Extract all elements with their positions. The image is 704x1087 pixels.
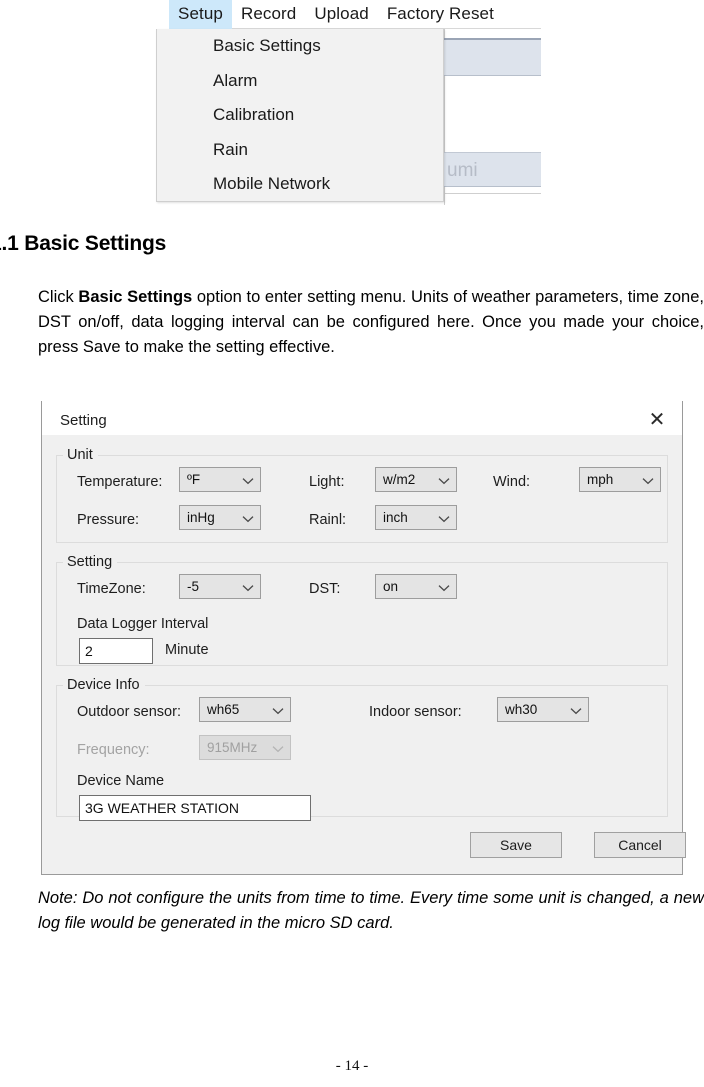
label-outdoor-sensor: Outdoor sensor: [77, 704, 181, 720]
menubar-items: Setup Record Upload Factory Reset [169, 0, 503, 29]
group-unit: Unit Temperature: ºF Light: w/m2 Wind: m… [56, 447, 668, 543]
chevron-down-icon [242, 506, 254, 531]
background-divider-horizontal [444, 193, 541, 194]
combo-light-value: w/m2 [383, 472, 416, 487]
cancel-button[interactable]: Cancel [594, 832, 686, 858]
combo-outdoor-sensor[interactable]: wh65 [199, 697, 291, 722]
combo-frequency: 915MHz [199, 735, 291, 760]
unit-row-2: Pressure: inHg Rainl: inch [57, 505, 667, 539]
combo-dst-value: on [383, 579, 399, 594]
input-data-logger-interval[interactable]: 2 [79, 638, 153, 664]
note-paragraph: Note: Do not configure the units from ti… [38, 889, 704, 932]
setting-row-1: TimeZone: -5 DST: on [57, 574, 667, 616]
device-row-2: Frequency: 915MHz [57, 735, 667, 773]
combo-frequency-value: 915MHz [207, 740, 258, 755]
menu-setup[interactable]: Setup [169, 0, 232, 29]
combo-outdoor-sensor-value: wh65 [207, 702, 240, 717]
dialog-title: Setting [60, 412, 107, 429]
label-timezone: TimeZone: [77, 581, 146, 597]
setup-dropdown-menu: Basic Settings Alarm Calibration Rain Mo… [156, 29, 444, 202]
menu-item-alarm[interactable]: Alarm [157, 64, 443, 99]
chevron-down-icon [438, 575, 450, 600]
paragraph-bold-term: Basic Settings [78, 288, 193, 306]
chevron-down-icon [438, 506, 450, 531]
menu-factory-reset[interactable]: Factory Reset [378, 0, 503, 29]
close-icon[interactable]: ✕ [646, 410, 668, 432]
combo-timezone[interactable]: -5 [179, 574, 261, 599]
combo-timezone-value: -5 [187, 579, 200, 594]
dialog-body: Unit Temperature: ºF Light: w/m2 Wind: m… [42, 435, 686, 874]
combo-indoor-sensor[interactable]: wh30 [497, 697, 589, 722]
background-field-bottom: umi [444, 152, 541, 187]
device-row-3: Device Name [57, 773, 667, 795]
save-button[interactable]: Save [470, 832, 562, 858]
label-minute: Minute [165, 642, 209, 658]
chevron-down-icon [642, 468, 654, 493]
label-pressure: Pressure: [77, 512, 140, 528]
label-data-logger-interval: Data Logger Interval [77, 616, 209, 632]
page-heading: 1.1 Basic Settings [0, 232, 167, 255]
menu-record[interactable]: Record [232, 0, 305, 29]
unit-row-1: Temperature: ºF Light: w/m2 Wind: mph [57, 467, 667, 505]
chevron-down-icon [242, 468, 254, 493]
menu-item-calibration[interactable]: Calibration [157, 98, 443, 133]
label-device-name: Device Name [77, 773, 165, 789]
dialog-footer: Save Cancel [56, 828, 686, 868]
combo-pressure-value: inHg [187, 510, 215, 525]
combo-wind[interactable]: mph [579, 467, 661, 492]
setting-row-2: Data Logger Interval [57, 616, 667, 638]
intro-paragraph: Click Basic Settings option to enter set… [38, 285, 704, 360]
device-row-1: Outdoor sensor: wh65 Indoor sensor: wh30 [57, 697, 667, 735]
label-rain: Rainl: [309, 512, 347, 528]
label-light: Light: [309, 474, 345, 490]
combo-rain-value: inch [383, 510, 408, 525]
group-unit-legend: Unit [67, 447, 93, 463]
combo-temperature[interactable]: ºF [179, 467, 261, 492]
combo-dst[interactable]: on [375, 574, 457, 599]
setting-dialog: Setting ✕ Unit Temperature: ºF Light: w/… [41, 401, 686, 875]
label-frequency: Frequency: [77, 742, 150, 758]
background-field-top [444, 38, 541, 76]
setting-row-3: 2 Minute [57, 638, 667, 668]
menu-item-rain[interactable]: Rain [157, 133, 443, 168]
group-setting: Setting TimeZone: -5 DST: on Data Logger… [56, 554, 668, 666]
label-dst: DST: [309, 581, 341, 597]
menu-item-mobile-network[interactable]: Mobile Network [157, 167, 443, 202]
input-device-name[interactable]: 3G WEATHER STATION [79, 795, 311, 821]
chevron-down-icon [272, 698, 284, 723]
app-screenshot: umi Setup Record Upload Factory Reset Ba… [0, 0, 704, 205]
menu-item-basic-settings[interactable]: Basic Settings [157, 29, 443, 64]
label-temperature: Temperature: [77, 474, 163, 490]
chevron-down-icon [242, 575, 254, 600]
group-setting-legend: Setting [67, 554, 113, 570]
menu-upload[interactable]: Upload [305, 0, 377, 29]
label-wind: Wind: [493, 474, 531, 490]
label-indoor-sensor: Indoor sensor: [369, 704, 462, 720]
group-device-info-legend: Device Info [67, 677, 140, 693]
combo-rain[interactable]: inch [375, 505, 457, 530]
chevron-down-icon [438, 468, 450, 493]
page-number: - 14 - [335, 1058, 369, 1074]
background-field-text: umi [447, 160, 478, 181]
device-row-4: 3G WEATHER STATION [57, 795, 667, 825]
paragraph-prefix: Click [38, 288, 79, 306]
chevron-down-icon [272, 736, 284, 761]
combo-light[interactable]: w/m2 [375, 467, 457, 492]
group-device-info: Device Info Outdoor sensor: wh65 Indoor … [56, 677, 668, 821]
combo-pressure[interactable]: inHg [179, 505, 261, 530]
chevron-down-icon [570, 698, 582, 723]
combo-indoor-sensor-value: wh30 [505, 702, 538, 717]
combo-wind-value: mph [587, 472, 614, 487]
combo-temperature-value: ºF [187, 472, 201, 487]
